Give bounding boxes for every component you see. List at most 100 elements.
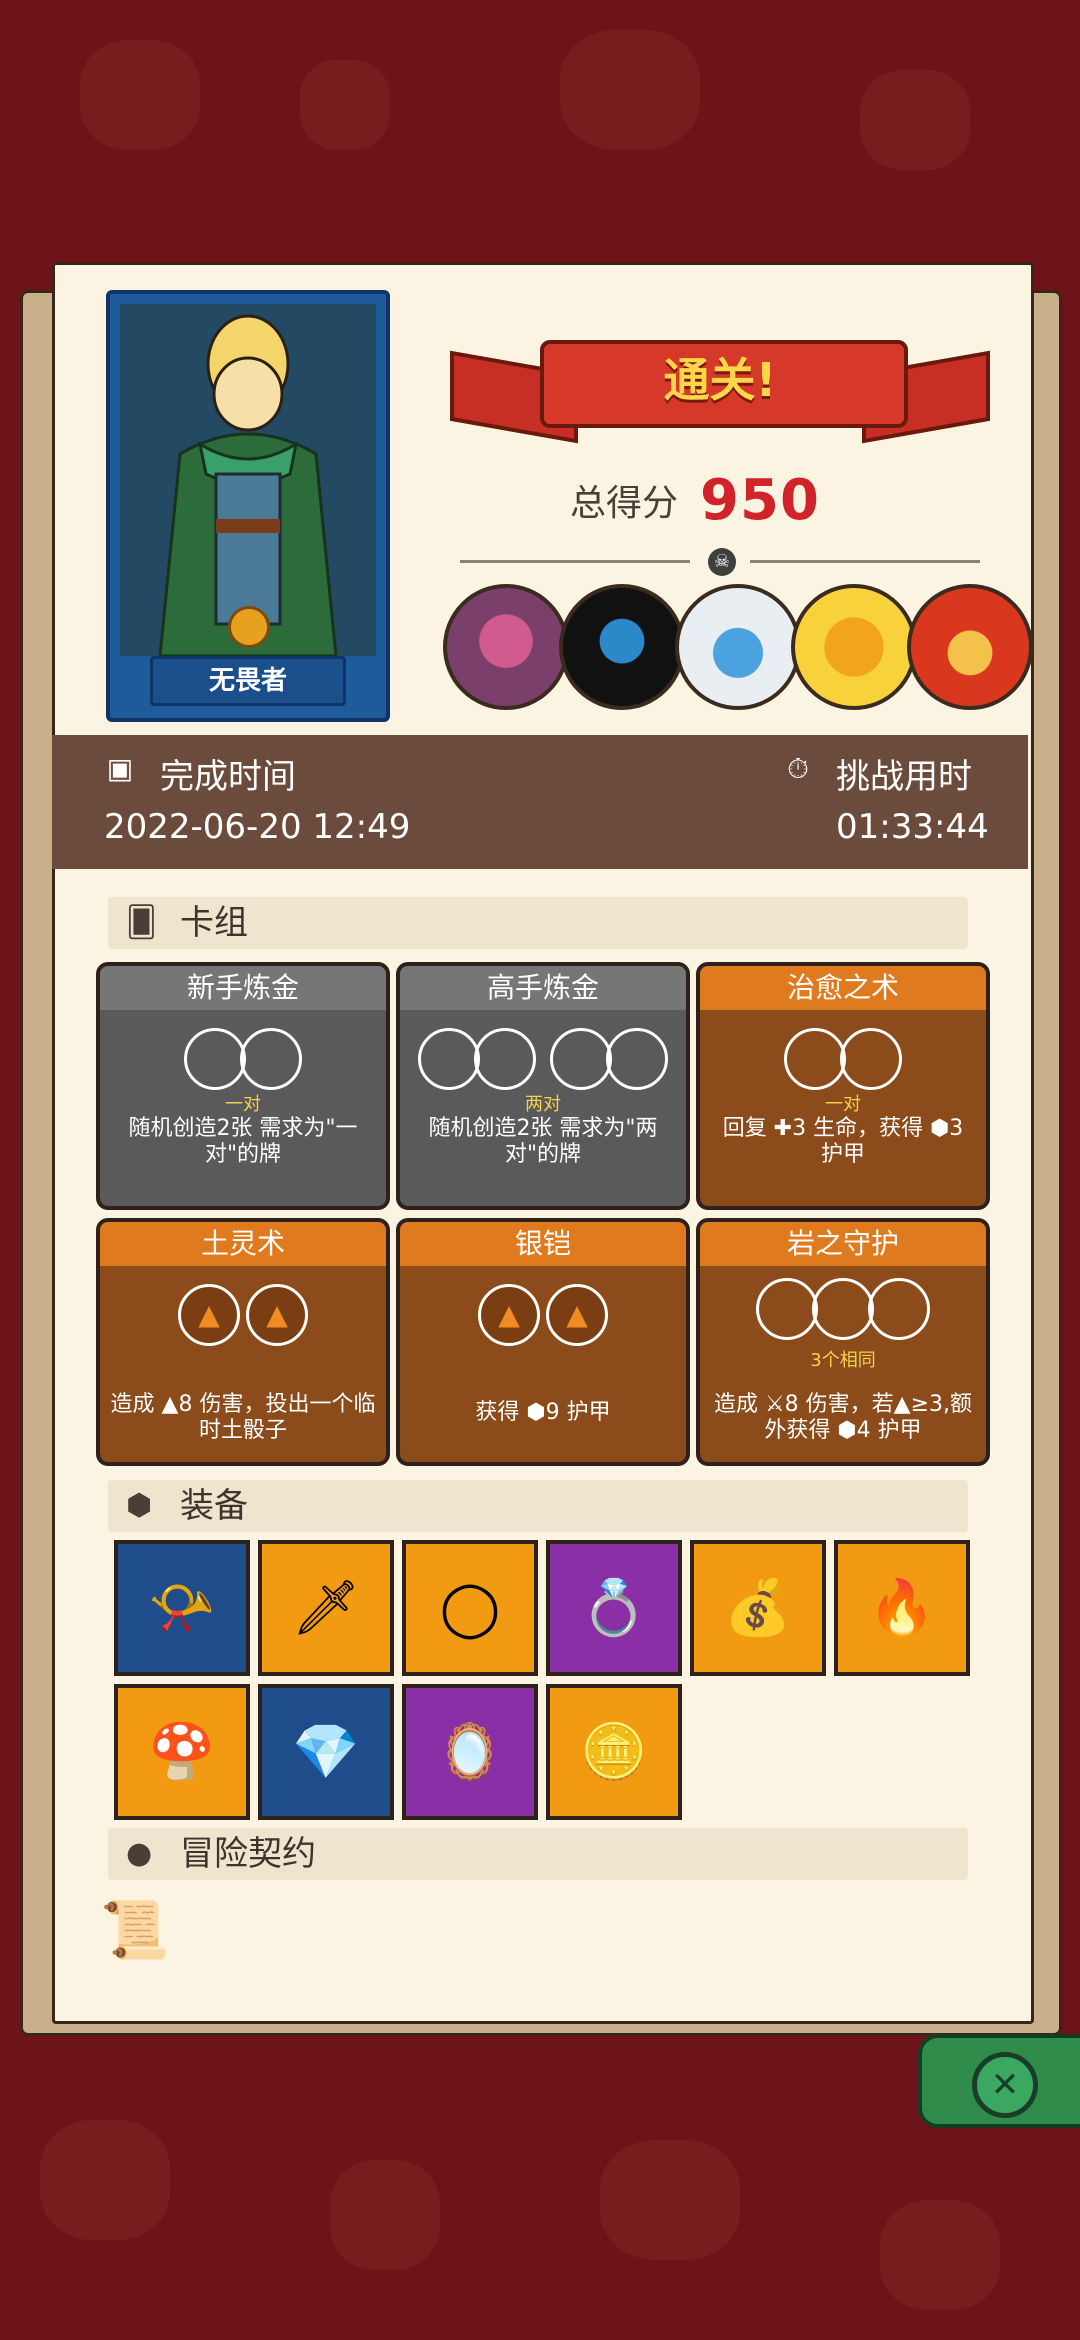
skill-card[interactable]: 岩之守护 3个相同 造成 ⚔8 伤害，若▲≥3,额外获得 ⬢4 护甲	[696, 1218, 990, 1466]
equipment-slot-2[interactable]: 🗡	[258, 1540, 394, 1676]
card-description: 回复 ✚3 生命，获得 ⬢3 护甲	[722, 1116, 964, 1167]
card-description: 随机创造2张 需求为"一对"的牌	[128, 1116, 358, 1167]
dice-slot	[240, 1028, 302, 1090]
equipment-slot-6[interactable]: 🔥	[834, 1540, 970, 1676]
mirror-icon: 🪞	[436, 1720, 504, 1783]
dice-slot	[784, 1028, 846, 1090]
card-description: 获得 ⬢9 护甲	[475, 1400, 611, 1425]
skill-card[interactable]: 治愈之术 一对 回复 ✚3 生命，获得 ⬢3 护甲	[696, 962, 990, 1210]
card-requirement: 一对	[225, 1094, 261, 1115]
card-requirement: 一对	[825, 1094, 861, 1115]
skill-card[interactable]: 高手炼金 两对 随机创造2张 需求为"两对"的牌	[396, 962, 690, 1210]
card-title: 银铠	[400, 1222, 686, 1266]
skill-card[interactable]: 银铠 获得 ⬢9 护甲	[396, 1218, 690, 1466]
hero-portrait: 无畏者	[106, 290, 390, 722]
dice-slot	[418, 1028, 480, 1090]
contract-scroll-icon[interactable]: 📜	[98, 1894, 172, 1968]
hero-illustration	[120, 304, 376, 658]
dice-slots	[700, 1028, 986, 1090]
stopwatch-icon: ⏱	[787, 752, 809, 785]
divider-line-right	[750, 560, 980, 563]
duration-value: 01:33:44	[836, 807, 989, 847]
skill-card[interactable]: 土灵术 造成 ▲8 伤害，投出一个临时土骰子	[96, 1218, 390, 1466]
score-value: 950	[700, 467, 820, 533]
rank-medal-icon	[228, 606, 270, 648]
card-title: 土灵术	[100, 1222, 386, 1266]
card-description: 造成 ▲8 伤害，投出一个临时土骰子	[110, 1392, 376, 1443]
crystal-blade-icon: 🗡	[291, 1576, 361, 1639]
coin-sack-icon: 💰	[724, 1576, 792, 1639]
dice-slots	[100, 1284, 386, 1346]
dice-slots	[100, 1028, 386, 1090]
card-description: 随机创造2张 需求为"两对"的牌	[428, 1116, 658, 1167]
gem-ring-icon: 💍	[580, 1576, 648, 1639]
card-title: 新手炼金	[100, 966, 386, 1010]
dice-slot	[474, 1028, 536, 1090]
equipment-slot-4[interactable]: 💍	[546, 1540, 682, 1676]
dice-slot	[550, 1028, 612, 1090]
victory-title: 通关!	[663, 353, 777, 407]
equipment-title: 装备	[180, 1486, 248, 1526]
equipment-slot-10[interactable]: 🪙	[546, 1684, 682, 1820]
equipment-slot-5[interactable]: 💰	[690, 1540, 826, 1676]
horn-icon: 📯	[148, 1576, 216, 1639]
defeated-bosses	[443, 584, 1033, 710]
duration-label: 挑战用时	[836, 757, 972, 797]
victory-banner: 通关!	[450, 300, 990, 450]
finish-time-value: 2022-06-20 12:49	[104, 807, 411, 847]
divider-line-left	[460, 560, 690, 563]
dice-slot	[840, 1028, 902, 1090]
time-band: ▣ 完成时间 2022-06-20 12:49 ⏱ 挑战用时 01:33:44	[52, 735, 1028, 869]
boss-portrait-3	[675, 584, 801, 710]
card-requirement: 两对	[525, 1094, 561, 1115]
dice-slot	[184, 1028, 246, 1090]
cards-icon: 🂠	[126, 905, 157, 940]
equipment-slot-8[interactable]: 💎	[258, 1684, 394, 1820]
card-title: 岩之守护	[700, 1222, 986, 1266]
mushroom-icon: 🍄	[148, 1720, 216, 1783]
dice-slot	[606, 1028, 668, 1090]
close-icon: ✕	[972, 2052, 1038, 2118]
boss-portrait-1	[443, 584, 569, 710]
equipment-slot-9[interactable]: 🪞	[402, 1684, 538, 1820]
deck-title: 卡组	[180, 903, 248, 943]
dice-slots	[700, 1278, 986, 1340]
equipment-slot-1[interactable]: 📯	[114, 1540, 250, 1676]
boss-divider: ☠	[440, 548, 1000, 576]
card-title: 高手炼金	[400, 966, 686, 1010]
box-icon: ⬢	[126, 1488, 153, 1523]
finish-time-label: 完成时间	[160, 757, 296, 797]
card-title: 治愈之术	[700, 966, 986, 1010]
ring-icon: ◯	[439, 1576, 501, 1639]
equipment-header: ⬢ 装备	[108, 1480, 968, 1532]
gold-coin-icon: 🪙	[580, 1720, 648, 1783]
skull-icon: ☠	[708, 548, 736, 576]
boss-portrait-2	[559, 584, 685, 710]
person-icon: ●	[126, 1836, 153, 1871]
earth-dice-slot	[478, 1284, 540, 1346]
equipment-slot-7[interactable]: 🍄	[114, 1684, 250, 1820]
deck-header: 🂠 卡组	[108, 897, 968, 949]
score-label: 总得分	[570, 483, 679, 524]
earth-dice-slot	[546, 1284, 608, 1346]
dice-slots	[400, 1284, 686, 1346]
hero-art	[120, 304, 376, 658]
equipment-slot-3[interactable]: ◯	[402, 1540, 538, 1676]
boss-portrait-5	[907, 584, 1033, 710]
dice-slot	[756, 1278, 818, 1340]
contract-title: 冒险契约	[180, 1834, 316, 1874]
boss-portrait-4	[791, 584, 917, 710]
earth-dice-slot	[246, 1284, 308, 1346]
skill-card[interactable]: 新手炼金 一对 随机创造2张 需求为"一对"的牌	[96, 962, 390, 1210]
card-description: 造成 ⚔8 伤害，若▲≥3,额外获得 ⬢4 护甲	[713, 1392, 973, 1443]
dice-slot	[812, 1278, 874, 1340]
dice-slots	[400, 1028, 686, 1090]
crystal-icon: 💎	[292, 1720, 360, 1783]
card-requirement: 3个相同	[810, 1350, 876, 1371]
close-button[interactable]: ✕	[918, 2034, 1080, 2128]
film-icon: ▣	[106, 752, 134, 785]
flame-cloth-icon: 🔥	[868, 1576, 936, 1639]
earth-dice-slot	[178, 1284, 240, 1346]
hero-name: 无畏者	[150, 656, 346, 706]
dice-slot	[868, 1278, 930, 1340]
